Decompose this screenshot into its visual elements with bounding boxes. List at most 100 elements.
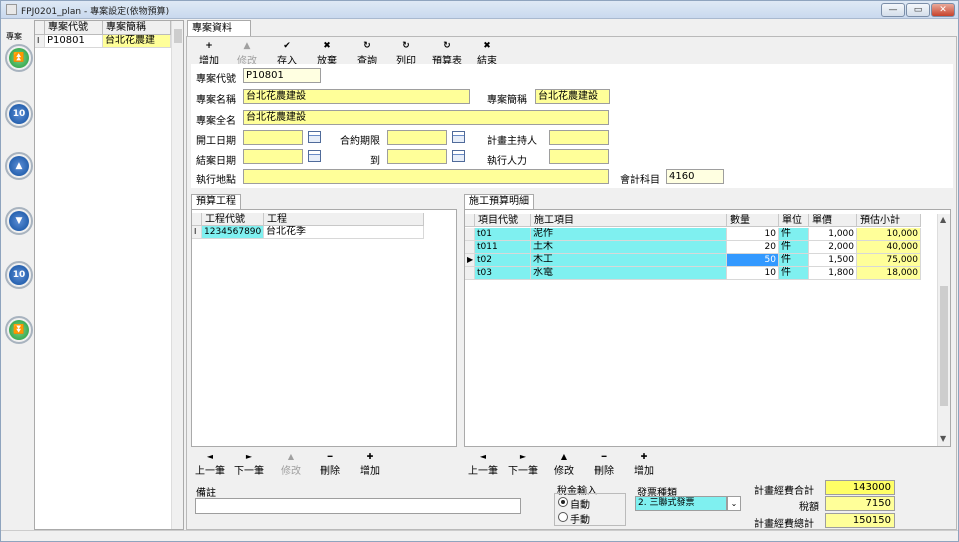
check-icon: ✔ — [283, 41, 291, 51]
project-full-field[interactable]: 台北花農建設 — [243, 110, 609, 125]
table-cell-code[interactable]: t02 — [475, 254, 531, 267]
table-cell-code[interactable]: P10801 — [45, 35, 103, 48]
table-cell-item[interactable]: 木工 — [531, 254, 727, 267]
column-header[interactable]: 數量 — [727, 214, 779, 227]
detail-grid[interactable]: 項目代號 施工項目 數量 單位 單價 預估小計 t01 泥作 10 件 1,00… — [464, 209, 951, 447]
table-cell-qty[interactable]: 10 — [727, 228, 779, 241]
budget-delete-button[interactable]: ━ 刪除 — [317, 452, 343, 477]
tab-project-data[interactable]: 專案資料 — [187, 20, 251, 36]
budget-grid[interactable]: 工程代號 工程 I 1234567890 台北花季 — [191, 209, 457, 447]
table-cell-item[interactable]: 泥作 — [531, 228, 727, 241]
planner-field[interactable] — [549, 130, 609, 145]
column-header[interactable]: 單位 — [779, 214, 809, 227]
start-date-field[interactable] — [243, 130, 303, 145]
calendar-icon[interactable] — [452, 131, 465, 143]
column-header[interactable]: 單價 — [809, 214, 857, 227]
detail-edit-button[interactable]: ▲ 修改 — [551, 452, 577, 477]
minimize-button[interactable]: — — [881, 3, 905, 17]
next-record-button[interactable]: ▼ — [5, 207, 33, 235]
scrollbar-thumb[interactable] — [174, 29, 182, 43]
project-list-grid[interactable]: 專案代號 專案簡稱 I P10801 台北花農建 — [34, 20, 184, 530]
table-cell-price[interactable]: 1,500 — [809, 254, 857, 267]
table-cell-qty[interactable]: 10 — [727, 267, 779, 280]
table-cell-name[interactable]: 台北花季 — [264, 226, 424, 239]
budget-add-button[interactable]: ✚ 增加 — [357, 452, 383, 477]
budget-edit-button[interactable]: ▲ 修改 — [278, 452, 304, 477]
table-cell-price[interactable]: 1,800 — [809, 267, 857, 280]
tab-construction-detail[interactable]: 施工預算明細 — [464, 194, 534, 209]
budget-next-button[interactable]: ► 下一筆 — [232, 452, 266, 477]
table-cell-qty[interactable]: 50 — [727, 254, 779, 267]
table-cell-price[interactable]: 2,000 — [809, 241, 857, 254]
prev-record-button[interactable]: ▲ — [5, 152, 33, 180]
calendar-icon[interactable] — [308, 131, 321, 143]
close-button[interactable]: ✕ — [931, 3, 955, 17]
prev-10-button[interactable]: 10 — [5, 100, 33, 128]
table-cell-subtotal[interactable]: 75,000 — [857, 254, 921, 267]
table-cell-code[interactable]: 1234567890 — [202, 226, 264, 239]
column-header[interactable]: 預估小計 — [857, 214, 921, 227]
left-arrow-icon: ◄ — [206, 452, 214, 461]
table-cell-unit[interactable]: 件 — [779, 241, 809, 254]
plan-total-field[interactable]: 143000 — [825, 480, 895, 495]
project-code-field[interactable]: P10801 — [243, 68, 321, 83]
end-date-field[interactable] — [243, 149, 303, 164]
next-10-button[interactable]: 10 — [5, 261, 33, 289]
table-cell-code[interactable]: t011 — [475, 241, 531, 254]
table-cell-unit[interactable]: 件 — [779, 267, 809, 280]
next-10-icon: 10 — [9, 265, 29, 285]
scrollbar-thumb[interactable] — [940, 286, 948, 406]
table-cell-subtotal[interactable]: 40,000 — [857, 241, 921, 254]
chevron-down-icon[interactable]: ⌄ — [727, 496, 741, 511]
tax-manual-radio[interactable] — [558, 512, 568, 522]
calendar-icon[interactable] — [452, 150, 465, 162]
column-header[interactable]: 專案代號 — [45, 21, 103, 35]
detail-next-button[interactable]: ► 下一筆 — [506, 452, 540, 477]
account-field[interactable]: 4160 — [666, 169, 724, 184]
tab-budget-project[interactable]: 預算工程 — [191, 194, 241, 209]
table-cell-unit[interactable]: 件 — [779, 228, 809, 241]
x-icon: ✖ — [323, 41, 331, 51]
invoice-type-select[interactable]: 2. 三聯式發票 — [635, 496, 727, 511]
location-field[interactable] — [243, 169, 609, 184]
tax-auto-radio[interactable] — [558, 497, 568, 507]
right-arrow-icon: ► — [245, 452, 253, 461]
triangle-up-icon: ▲ — [560, 452, 568, 461]
calendar-icon[interactable] — [308, 150, 321, 162]
executor-field[interactable] — [549, 149, 609, 164]
chevron-up-icon[interactable]: ▲ — [940, 215, 946, 224]
contract-field[interactable] — [387, 130, 447, 145]
to-field[interactable] — [387, 149, 447, 164]
table-cell-code[interactable]: t01 — [475, 228, 531, 241]
plan-grand-field[interactable]: 150150 — [825, 513, 895, 528]
budget-prev-button[interactable]: ◄ 上一筆 — [193, 452, 227, 477]
column-header[interactable]: 工程 — [264, 213, 424, 226]
maximize-button[interactable]: ▭ — [906, 3, 930, 17]
column-header[interactable]: 施工項目 — [531, 214, 727, 227]
table-cell-name[interactable]: 台北花農建 — [103, 35, 171, 48]
column-header[interactable]: 專案簡稱 — [103, 21, 171, 35]
table-cell-unit[interactable]: 件 — [779, 254, 809, 267]
note-field[interactable] — [195, 498, 521, 514]
table-cell-qty[interactable]: 20 — [727, 241, 779, 254]
project-short-field[interactable]: 台北花農建設 — [535, 89, 610, 104]
detail-delete-button[interactable]: ━ 刪除 — [591, 452, 617, 477]
detail-scrollbar[interactable]: ▲ ▼ — [937, 214, 950, 446]
first-record-button[interactable]: ⏫ — [5, 44, 33, 72]
project-name-field[interactable]: 台北花農建設 — [243, 89, 470, 104]
tax-amount-field[interactable]: 7150 — [825, 496, 895, 511]
detail-add-button[interactable]: ✚ 增加 — [631, 452, 657, 477]
table-cell-price[interactable]: 1,000 — [809, 228, 857, 241]
column-header[interactable]: 工程代號 — [202, 213, 264, 226]
table-cell-item[interactable]: 土木 — [531, 241, 727, 254]
table-cell-code[interactable]: t03 — [475, 267, 531, 280]
plan-total-label: 計畫經費合計 — [754, 486, 814, 497]
column-header[interactable]: 項目代號 — [475, 214, 531, 227]
last-record-button[interactable]: ⏬ — [5, 316, 33, 344]
table-cell-subtotal[interactable]: 18,000 — [857, 267, 921, 280]
detail-prev-button[interactable]: ◄ 上一筆 — [466, 452, 500, 477]
list-scrollbar[interactable] — [171, 21, 183, 529]
chevron-down-icon[interactable]: ▼ — [940, 434, 946, 443]
table-cell-item[interactable]: 水電 — [531, 267, 727, 280]
table-cell-subtotal[interactable]: 10,000 — [857, 228, 921, 241]
